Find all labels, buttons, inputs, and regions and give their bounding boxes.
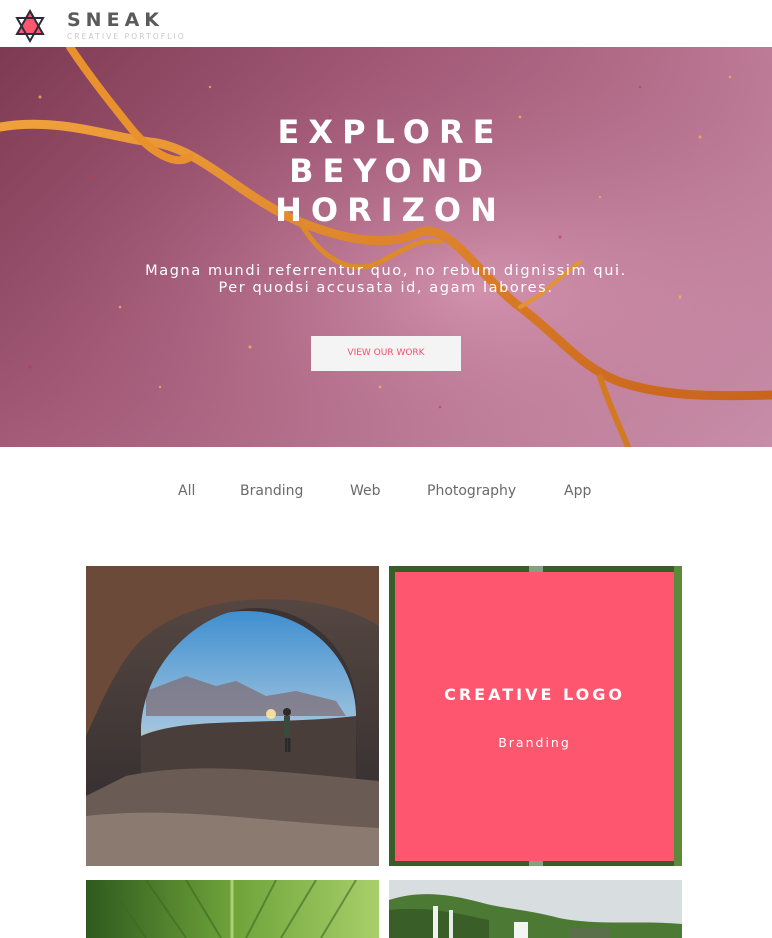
portfolio-item[interactable] [389,880,682,938]
filter-all[interactable]: All [178,481,195,501]
portfolio-hover-overlay: CREATIVE LOGO Branding [395,572,674,861]
filter-branding[interactable]: Branding [240,481,303,501]
hero-title-line: HORIZON [275,191,506,229]
hero-section: EXPLORE BEYOND HORIZON Magna mundi refer… [0,47,772,447]
filter-web[interactable]: Web [350,481,381,501]
portfolio-filter-bar: All Branding Web Photography App [0,481,772,503]
portfolio-item[interactable] [86,880,379,938]
brand-tagline: CREATIVE PORTOFLIO [67,32,186,41]
desert-arch-photo [86,566,379,866]
hero-title: EXPLORE BEYOND HORIZON [0,113,772,230]
portfolio-item-branding[interactable]: CREATIVE LOGO Branding [389,566,682,866]
filter-photography[interactable]: Photography [427,481,516,501]
portfolio-item-category: Branding [498,735,571,750]
brand[interactable]: SNEAK CREATIVE PORTOFLIO [67,9,186,42]
hero-background-image [0,47,772,447]
green-leaf-photo [86,880,379,938]
filter-app[interactable]: App [564,481,591,501]
portfolio-item-title: CREATIVE LOGO [444,685,625,704]
view-our-work-button[interactable]: VIEW OUR WORK [311,336,461,371]
hero-subtitle-line: Per quodsi accusata id, agam labores. [218,280,554,296]
brand-name: SNEAK [67,9,164,31]
waterfall-landscape-photo [389,880,682,938]
hero-title-line: EXPLORE [277,113,504,151]
hero-subtitle: Magna mundi referrentur quo, no rebum di… [0,263,772,297]
logo-icon[interactable] [12,7,48,43]
hero-subtitle-line: Magna mundi referrentur quo, no rebum di… [145,263,627,279]
hero-title-line: BEYOND [289,152,492,190]
portfolio-item[interactable] [86,566,379,866]
site-header: SNEAK CREATIVE PORTOFLIO [0,0,772,47]
